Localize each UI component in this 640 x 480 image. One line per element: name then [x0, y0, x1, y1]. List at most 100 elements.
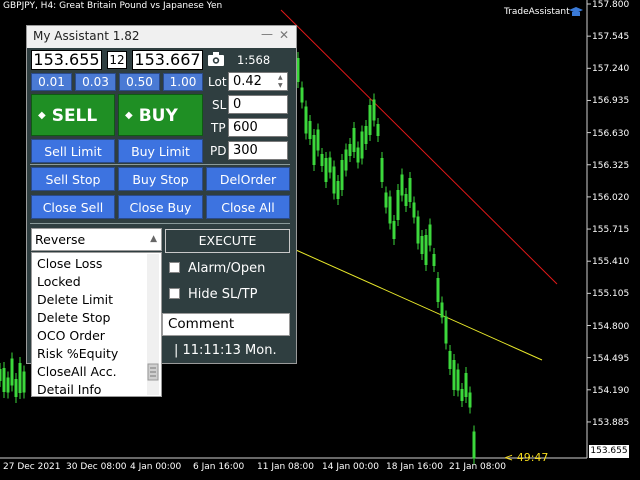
candle-body [416, 216, 420, 244]
diamond-icon: ◆ [125, 110, 133, 121]
sell-button[interactable]: ◆ SELL [31, 94, 115, 136]
close-icon[interactable]: ✕ [279, 28, 289, 42]
candle-body [328, 157, 332, 173]
quick-lot-button[interactable]: 0.50 [119, 73, 160, 91]
close-all-button[interactable]: Close All [206, 195, 290, 219]
candle-body [384, 192, 388, 208]
chart-title: GBPJPY, H4: Great Britain Pound vs Japan… [3, 1, 223, 11]
time-tick-label: 21 Jan 08:00 [449, 462, 506, 472]
graduation-cap-icon [569, 7, 583, 16]
candle-body [428, 224, 432, 246]
buy-limit-button[interactable]: Buy Limit [118, 139, 203, 163]
candle-body [340, 160, 344, 190]
quick-lot-button[interactable]: 1.00 [163, 73, 203, 91]
candle-body [312, 135, 316, 165]
del-order-button[interactable]: DelOrder [206, 167, 290, 191]
candle-body [2, 368, 6, 392]
list-scrollbar[interactable] [147, 254, 159, 395]
candle-body [380, 158, 384, 182]
candle-body [420, 236, 424, 254]
panel-title: My Assistant 1.82 [33, 29, 140, 43]
price-axis: 157.800 157.545 157.240 156.935 156.630 156.3… [587, 0, 640, 458]
list-item[interactable]: OCO Order [37, 328, 105, 343]
candle-body [300, 87, 304, 103]
comment-input[interactable]: Comment [162, 313, 290, 336]
candle-body [456, 369, 460, 391]
divider [30, 164, 290, 165]
candle-body [412, 202, 416, 218]
candle-body [368, 105, 372, 135]
sell-stop-button[interactable]: Sell Stop [31, 167, 115, 191]
candle-body [22, 371, 26, 393]
candle-body [360, 131, 364, 159]
candle-body [332, 166, 336, 194]
camera-icon[interactable] [208, 52, 224, 66]
candle-body [316, 129, 320, 151]
candle-body [464, 373, 468, 397]
lot-input[interactable]: 0.42 ▲ ▼ [228, 72, 288, 91]
chevron-up-icon[interactable]: ▲ [150, 229, 157, 250]
candle-body [320, 154, 324, 166]
candle-body [432, 254, 436, 266]
candle-body [452, 360, 456, 390]
candle-body [344, 149, 348, 171]
candle-body [6, 377, 10, 393]
candle-body [396, 190, 400, 220]
execute-button[interactable]: EXECUTE [165, 229, 290, 253]
hide-sltp-checkbox[interactable] [169, 288, 180, 299]
candle-body [356, 147, 360, 163]
sl-input[interactable]: 0 [228, 95, 288, 114]
candle-body [336, 181, 340, 199]
pd-label: PD [210, 144, 227, 158]
candle-body [472, 431, 476, 459]
candle-body [352, 128, 356, 152]
server-clock: | 11:11:13 Mon. [174, 343, 277, 358]
time-tick-label: 30 Dec 08:00 [66, 462, 127, 472]
candle-body [444, 316, 448, 344]
candle-body [308, 121, 312, 139]
panel-titlebar[interactable]: My Assistant 1.82 — ✕ [27, 26, 296, 48]
pd-input[interactable]: 300 [228, 141, 288, 160]
trade-assistant-label: TradeAssistant [504, 7, 570, 17]
list-item[interactable]: CloseAll Acc. [37, 364, 117, 379]
diamond-icon: ◆ [38, 110, 46, 121]
spin-down-icon[interactable]: ▼ [278, 82, 286, 89]
quick-lot-button[interactable]: 0.03 [75, 73, 116, 91]
tp-label: TP [211, 121, 226, 135]
time-tick-label: 14 Jan 00:00 [322, 462, 379, 472]
bar-timer: < 49:47 [504, 451, 549, 464]
mode-options-list[interactable]: Close Loss Locked Delete Limit Delete St… [31, 252, 162, 397]
candle-body [372, 99, 376, 121]
tp-input[interactable]: 600 [228, 118, 288, 137]
buy-button[interactable]: ◆ BUY [118, 94, 203, 136]
lot-label: Lot [208, 75, 227, 89]
list-item[interactable]: Delete Stop [37, 310, 110, 325]
sell-label: SELL [51, 106, 98, 126]
buy-stop-button[interactable]: Buy Stop [118, 167, 203, 191]
list-item[interactable]: Detail Info [37, 382, 101, 397]
price-tick-label: 157.240 [592, 64, 630, 75]
list-item[interactable]: Delete Limit [37, 292, 113, 307]
divider [30, 223, 290, 224]
mode-dropdown[interactable]: Reverse ▲ [31, 228, 162, 251]
time-axis: 27 Dec 2021 30 Dec 08:00 4 Jan 00:00 6 Jan … [0, 458, 587, 480]
spin-up-icon[interactable]: ▲ [278, 74, 286, 81]
list-item[interactable]: Locked [37, 274, 81, 289]
leverage-ratio: 1:568 [237, 53, 271, 67]
candle-body [404, 194, 408, 206]
candle-body [348, 144, 352, 156]
close-sell-button[interactable]: Close Sell [31, 195, 115, 219]
sell-limit-button[interactable]: Sell Limit [31, 139, 115, 163]
list-item[interactable]: Close Loss [37, 256, 102, 271]
support-trendline[interactable] [295, 249, 543, 361]
price-tick-label: 155.715 [592, 225, 630, 236]
minimize-icon[interactable]: — [261, 27, 273, 41]
time-tick-label: 18 Jan 16:00 [386, 462, 443, 472]
candle-body [388, 196, 392, 224]
price-tick-label: 156.020 [592, 192, 630, 203]
close-buy-button[interactable]: Close Buy [118, 195, 203, 219]
alarm-checkbox[interactable] [169, 262, 180, 273]
quick-lot-button[interactable]: 0.01 [31, 73, 72, 91]
candle-body [14, 379, 18, 397]
list-item[interactable]: Risk %Equity [37, 346, 118, 361]
